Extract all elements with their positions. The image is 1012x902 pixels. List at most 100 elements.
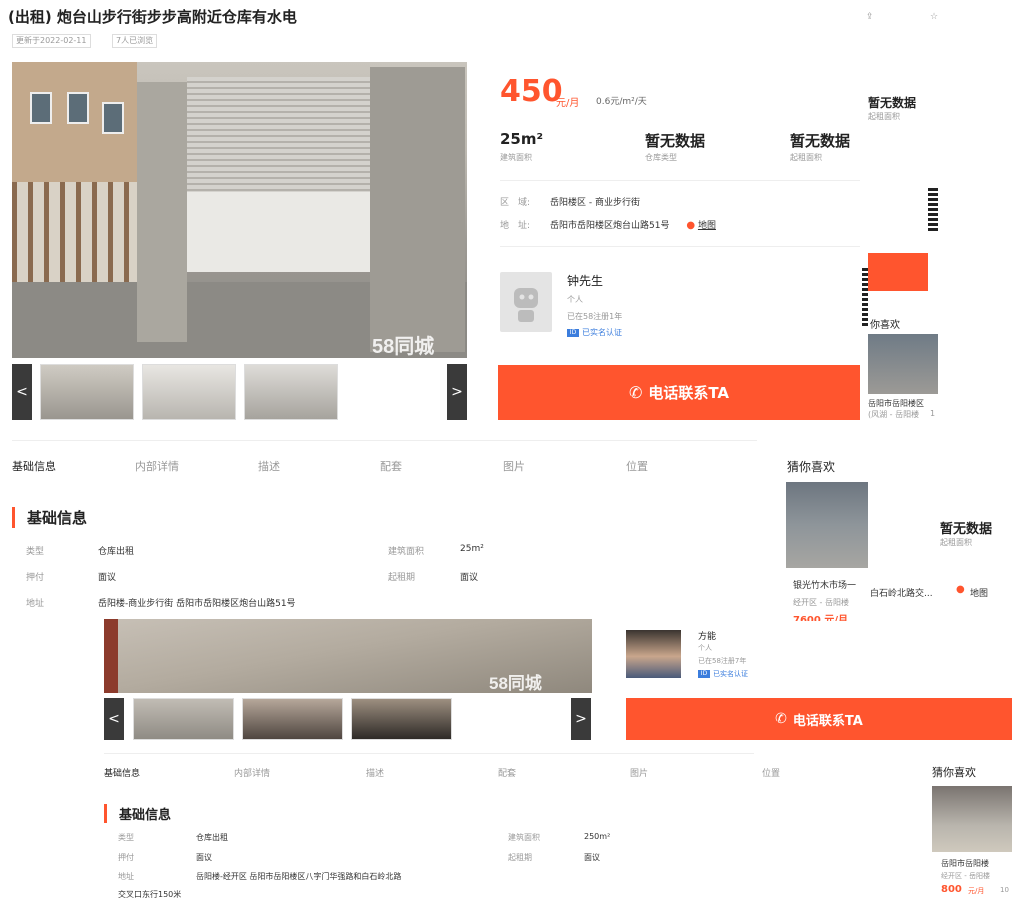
divider xyxy=(104,753,754,754)
contact-name: 方能 xyxy=(698,632,717,642)
thumbnail[interactable] xyxy=(244,364,338,420)
row-value: 岳阳楼-商业步行街 岳阳市岳阳楼区炮台山路51号 xyxy=(98,599,296,609)
qr-code xyxy=(862,268,868,328)
tab-amenities[interactable]: 配套 xyxy=(498,766,516,779)
contact-type: 个人 xyxy=(567,295,583,304)
address-fragment: 白石岭北路交... xyxy=(870,589,933,599)
guess-side-title[interactable]: 岳阳市岳阳楼区 xyxy=(868,398,924,409)
map-link[interactable]: 地图 xyxy=(970,586,988,599)
thumbnail[interactable] xyxy=(142,364,236,420)
call-button[interactable]: ✆ 电话联系TA xyxy=(498,365,860,420)
tab-interior[interactable]: 内部详情 xyxy=(234,766,270,779)
phone-icon: ✆ xyxy=(628,383,643,402)
guess-item-title[interactable]: 岳阳市岳阳楼 xyxy=(941,858,989,869)
thumb-next-button[interactable]: > xyxy=(447,364,467,420)
guess-title-fragment: 你喜欢 xyxy=(870,320,900,331)
guess-item-title[interactable]: 银光竹木市场一 xyxy=(793,578,856,591)
row-value: 面议 xyxy=(460,573,479,583)
fact-value: 暂无数据 xyxy=(645,132,706,150)
map-link[interactable]: 地图 xyxy=(698,221,716,231)
guess-title: 猜你喜欢 xyxy=(932,766,976,779)
avatar xyxy=(500,272,552,332)
row-key: 起租期 xyxy=(388,573,416,583)
wall xyxy=(370,67,465,352)
watermark: 58同城 xyxy=(372,336,435,358)
thumb-next-button[interactable]: > xyxy=(571,698,591,740)
tab-photos[interactable]: 图片 xyxy=(630,766,648,779)
main-photo[interactable]: 58同城 xyxy=(12,62,467,358)
guess-thumbnail[interactable] xyxy=(786,482,868,568)
verified-badge: ID 已实名认证 xyxy=(698,669,748,679)
fact-label: 仓库类型 xyxy=(645,153,677,162)
contact-registered: 已在58注册7年 xyxy=(698,657,747,665)
row-key: 押付 xyxy=(118,853,134,862)
verified-text: 已实名认证 xyxy=(582,328,622,337)
window xyxy=(102,102,124,134)
row-key: 建筑面积 xyxy=(388,547,425,557)
thumbnail[interactable] xyxy=(40,364,134,420)
contact-name: 钟先生 xyxy=(567,274,604,288)
row-key: 建筑面积 xyxy=(508,833,540,842)
address-row: 地 址: 岳阳市岳阳楼区炮台山路51号 ● 地图 xyxy=(500,218,716,231)
divider xyxy=(500,246,860,247)
region-value[interactable]: 岳阳楼区 - 商业步行街 xyxy=(550,198,640,208)
row-key: 地址 xyxy=(118,872,134,881)
fence xyxy=(12,182,152,282)
call-button-label: 电话联系TA xyxy=(648,384,730,402)
tab-photos[interactable]: 图片 xyxy=(503,458,525,474)
price-unit: 元/月 xyxy=(556,98,580,109)
guess-thumbnail[interactable] xyxy=(932,786,1012,852)
verified-badge: ID 已实名认证 xyxy=(567,327,622,338)
default-avatar-icon xyxy=(514,288,538,322)
thumbnail[interactable] xyxy=(133,698,234,740)
thumb-prev-button[interactable]: < xyxy=(104,698,124,740)
tab-description[interactable]: 描述 xyxy=(258,458,280,474)
price-per-sqm: 0.6元/m²/天 xyxy=(596,97,647,107)
avatar xyxy=(626,630,681,678)
row-key: 押付 xyxy=(26,573,45,583)
call-button-fragment[interactable] xyxy=(868,253,928,291)
contact-type: 个人 xyxy=(698,644,712,652)
fact-value: 25m² xyxy=(500,130,544,148)
row-value: 面议 xyxy=(98,573,117,583)
call-button[interactable]: ✆ 电话联系TA xyxy=(626,698,1012,740)
tab-basic-info[interactable]: 基础信息 xyxy=(104,766,140,779)
tab-location[interactable]: 位置 xyxy=(626,458,648,474)
map-pin-icon: ● xyxy=(956,584,965,595)
garage-interior xyxy=(187,192,372,272)
views-tag: 7人已浏览 xyxy=(112,34,158,48)
listing2-photo[interactable]: 58同城 xyxy=(104,619,592,693)
guess-item-sub: 经开区 - 岳阳楼 xyxy=(941,872,990,880)
fragment-value: 暂无数据 xyxy=(868,96,917,110)
thumb-prev-button[interactable]: < xyxy=(12,364,32,420)
tab-basic-info[interactable]: 基础信息 xyxy=(12,458,56,474)
row-key: 地址 xyxy=(26,599,45,609)
row-value: 250m² xyxy=(584,832,611,841)
region-row: 区 域: 岳阳楼区 - 商业步行街 xyxy=(500,195,640,208)
address-value: 岳阳市岳阳楼区炮台山路51号 xyxy=(550,221,670,231)
window xyxy=(67,92,89,124)
fragment-label: 起租面积 xyxy=(940,538,972,547)
id-card-icon: ID xyxy=(567,328,579,337)
tab-location[interactable]: 位置 xyxy=(762,766,780,779)
contact-registered: 已在58注册1年 xyxy=(567,312,623,321)
tab-description[interactable]: 描述 xyxy=(366,766,384,779)
guess-item-extra: 10 xyxy=(1000,886,1009,894)
guess-thumbnail[interactable] xyxy=(868,334,938,394)
guess-item-price: 7600 元/月 xyxy=(793,615,848,621)
guess-side-sub: (风湖 - 岳阳楼 xyxy=(868,410,920,419)
guess-item-price: 800 xyxy=(941,884,962,895)
tab-amenities[interactable]: 配套 xyxy=(380,458,402,474)
favorite-icon[interactable]: ☆ xyxy=(930,12,938,22)
thumbnail[interactable] xyxy=(351,698,452,740)
row-key: 类型 xyxy=(118,833,134,842)
thumbnail[interactable] xyxy=(242,698,343,740)
tab-interior[interactable]: 内部详情 xyxy=(135,458,179,474)
row-value: 面议 xyxy=(196,853,212,862)
rolling-shutter xyxy=(187,77,372,192)
wall xyxy=(137,82,187,342)
phone-icon: ✆ xyxy=(775,711,787,727)
fact-label: 建筑面积 xyxy=(500,153,532,162)
verified-text: 已实名认证 xyxy=(713,670,748,678)
share-icon[interactable]: ⇪ xyxy=(866,12,874,22)
